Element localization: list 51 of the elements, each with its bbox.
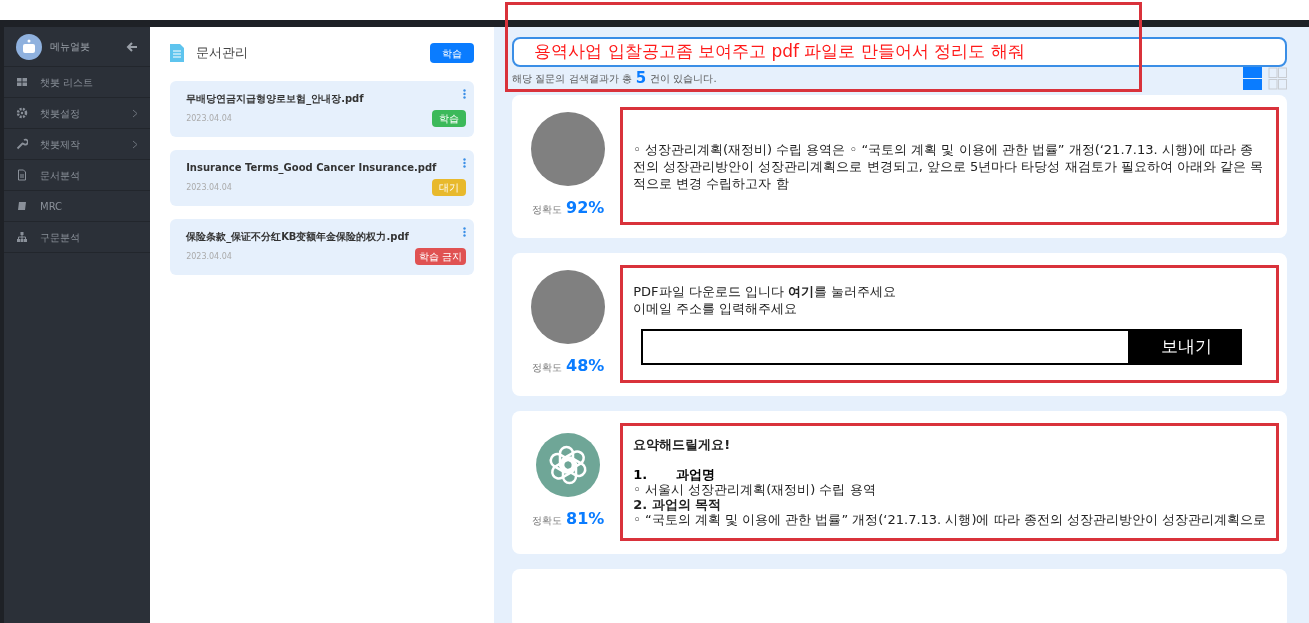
document-icon — [170, 44, 185, 62]
status-badge: 대기 — [432, 179, 467, 196]
back-arrow-icon[interactable] — [126, 40, 139, 53]
knot-logo-icon — [536, 433, 601, 497]
more-icon[interactable] — [463, 227, 467, 237]
summary-text: ◦ 서울시 성장관리계획(재정비) 수립 용역 — [633, 482, 876, 497]
email-field[interactable] — [641, 329, 1130, 365]
document-card[interactable]: Insurance Terms_Good Cancer Insurance.pdf 2023.04.04 대기 — [170, 150, 475, 206]
chevron-right-icon — [132, 139, 139, 149]
send-button[interactable]: 보내기 — [1130, 329, 1242, 365]
summary-text: ◦ “국토의 계획 및 이용에 관한 법률” 개정(‘21.7.13. 시행)에 따라 종전의 성장관리방안이 성장관리계획으로 — [633, 512, 1266, 527]
grid-view-icon[interactable] — [1268, 66, 1287, 90]
accuracy-label: 정확도 — [532, 203, 563, 217]
document-card[interactable]: 무배당연금지급형양로보험_안내장.pdf 2023.04.04 학습 — [170, 81, 475, 137]
accuracy-value: 81% — [566, 508, 605, 530]
document-date: 2023.04.04 — [186, 181, 233, 194]
document-name: Insurance Terms_Good Cancer Insurance.pdf — [186, 161, 437, 175]
more-icon[interactable] — [463, 89, 467, 99]
hierarchy-icon — [16, 231, 28, 243]
accuracy-value: 92% — [566, 197, 605, 219]
more-icon[interactable] — [463, 158, 467, 168]
status-badge: 학습 — [432, 110, 467, 127]
summary-heading: 과업명 — [676, 467, 716, 482]
app-title: 메뉴얼봇 — [50, 40, 91, 54]
document-card[interactable]: 保险条款_保证不分红KB变额年金保险的权力.pdf 2023.04.04 학습 금지 — [170, 219, 475, 275]
accuracy-label: 정확도 — [532, 514, 563, 528]
chevron-right-icon — [132, 108, 139, 118]
list-view-icon[interactable] — [1243, 66, 1262, 90]
list-number: 1. — [633, 467, 649, 482]
query-field[interactable]: 용역사업 입찰공고좀 보여주고 pdf 파일로 만들어서 정리도 해줘 — [512, 37, 1287, 67]
answer-text: ◦ 성장관리계획(재정비) 수립 용역은 ◦ “국토의 계획 및 이용에 관한 법률” 개정(‘21.7.13. 시행)에 따라 종전의 성장관리방안이 성장관리계획으로 변경되고, 앞으로 5년마다 타당성 재검토가 필요하여 아래와 같은 목적으로 변경 수립하고자 함 — [633, 140, 1265, 192]
accuracy-label: 정확도 — [532, 361, 563, 375]
answer-text: PDF파일 다운로드 입니다 여기를 눌러주세요 — [633, 283, 898, 300]
document-date: 2023.04.04 — [186, 112, 233, 125]
wrench-icon — [16, 138, 28, 150]
grid-icon — [16, 76, 28, 88]
book-icon — [16, 200, 28, 212]
document-name: 무배당연금지급형양로보험_안내장.pdf — [186, 92, 364, 106]
accuracy-value: 48% — [566, 355, 605, 377]
status-badge: 학습 금지 — [415, 248, 467, 265]
panel-title: 문서관리 — [196, 44, 250, 63]
summary-heading: 2. 과업의 목적 — [633, 497, 722, 512]
robot-avatar-icon — [16, 33, 42, 60]
result-count-text: 해당 질문의 검색결과가 총 5 건이 있습니다. — [512, 67, 718, 89]
train-button[interactable]: 학습 — [430, 43, 475, 63]
file-icon — [16, 169, 28, 181]
document-date: 2023.04.04 — [186, 250, 233, 263]
document-name: 保险条款_保证不分红KB变额年金保险的权力.pdf — [186, 230, 409, 244]
gear-icon — [16, 107, 28, 119]
answer-text: 이메일 주소를 입력해주세요 — [633, 300, 799, 317]
summary-heading: 요약해드릴게요! — [633, 437, 731, 452]
